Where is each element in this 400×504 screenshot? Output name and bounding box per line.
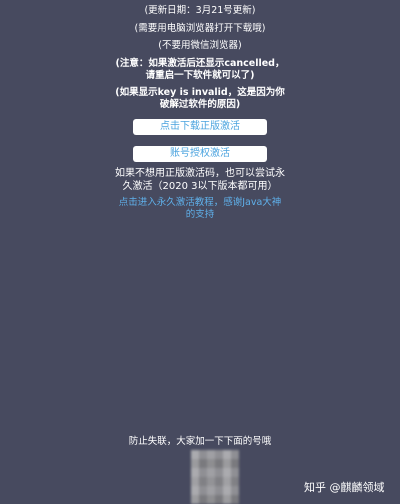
permanent-activation-link-line2[interactable]: 的支持 — [0, 208, 400, 221]
download-official-button[interactable]: 点击下载正版激活 — [133, 119, 267, 135]
prevent-loss-text: 防止失联，大家加一下下面的号哦 — [128, 436, 272, 447]
blurred-qr-code — [191, 450, 239, 504]
zhihu-watermark: 知乎 @麒麟领域 — [304, 481, 385, 494]
update-date-text: (更新日期：3月21号更新) — [144, 5, 256, 16]
no-wechat-text: (不要用微信浏览器) — [158, 40, 242, 51]
alternative-activation-line2: 久激活（2020 3以下版本都可用） — [122, 181, 278, 192]
open-in-browser-text: (需要用电脑浏览器打开下载哦) — [134, 23, 266, 34]
notice-invalid-line2: 破解过软件的原因) — [159, 99, 241, 110]
alternative-activation-line1: 如果不想用正版激活码，也可以尝试永 — [115, 168, 285, 179]
account-auth-button[interactable]: 账号授权激活 — [133, 146, 267, 162]
notice-cancelled-line2: 请重启一下软件就可以了) — [145, 70, 255, 81]
